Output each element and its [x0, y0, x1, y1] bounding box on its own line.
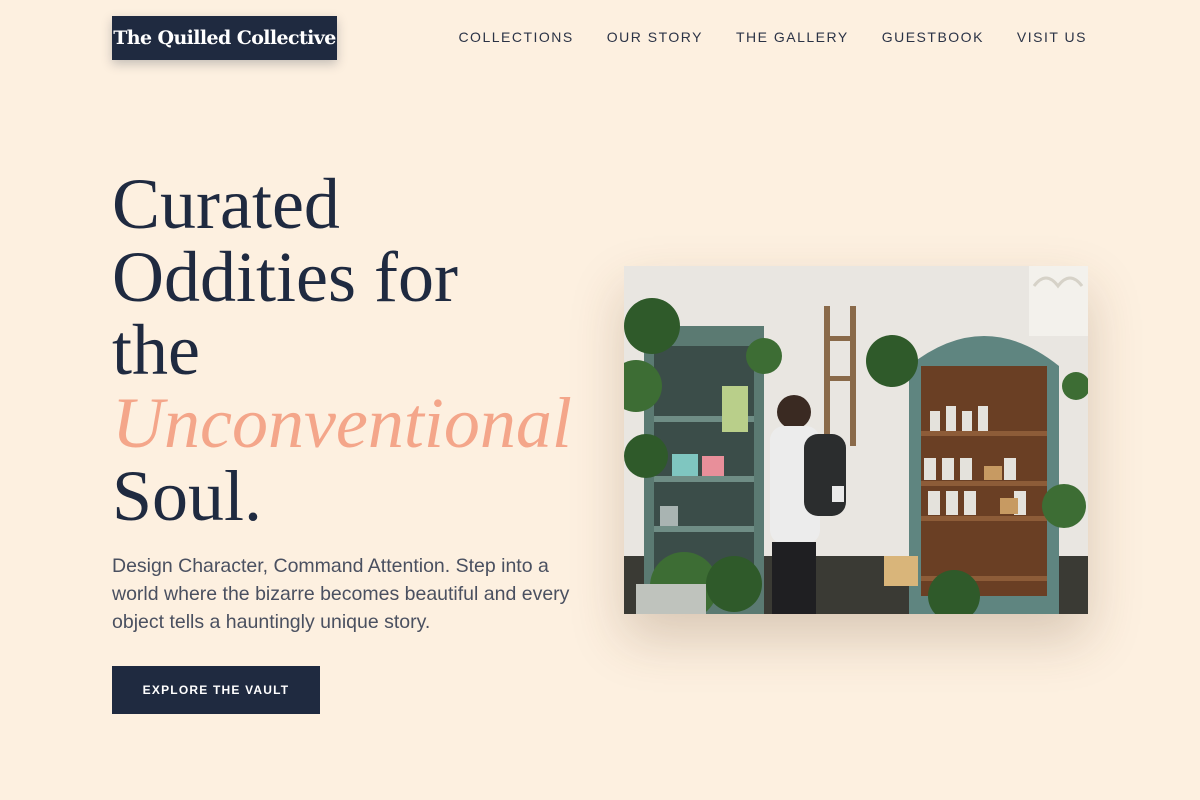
- explore-vault-button[interactable]: EXPLORE THE VAULT: [112, 666, 320, 714]
- headline-line-1: Curated: [112, 164, 340, 244]
- headline-line-5: Soul.: [112, 456, 263, 536]
- hero-headline: Curated Oddities for the Unconventional …: [112, 168, 612, 533]
- nav-the-gallery[interactable]: THE GALLERY: [736, 29, 849, 45]
- nav-collections[interactable]: COLLECTIONS: [458, 29, 573, 45]
- nav-our-story[interactable]: OUR STORY: [607, 29, 703, 45]
- nav-guestbook[interactable]: GUESTBOOK: [882, 29, 984, 45]
- hero-shop-photo: [624, 266, 1088, 614]
- nav-visit-us[interactable]: VISIT US: [1017, 29, 1087, 45]
- shop-interior-illustration: [624, 266, 1088, 614]
- headline-line-3: the: [112, 310, 200, 390]
- brand-logo[interactable]: The Quilled Collective: [112, 16, 337, 60]
- hero-subtext: Design Character, Command Attention. Ste…: [112, 555, 570, 633]
- headline-line-2: Oddities for: [112, 237, 458, 317]
- headline-accent-word: Unconventional: [112, 383, 572, 463]
- main-nav: COLLECTIONS OUR STORY THE GALLERY GUESTB…: [458, 29, 1087, 45]
